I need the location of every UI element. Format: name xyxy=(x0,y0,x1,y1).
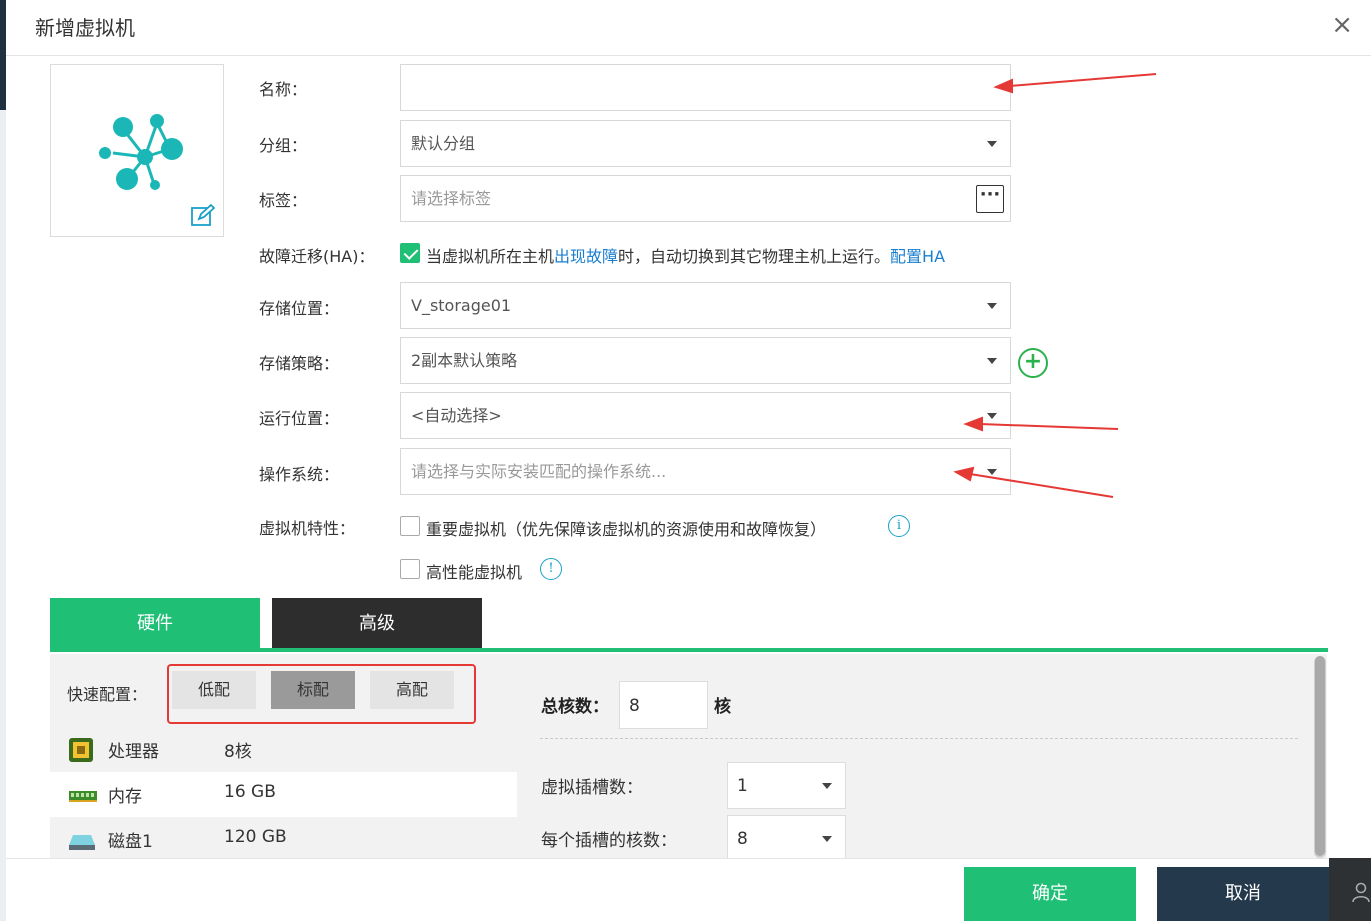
os-label: 操作系统： xyxy=(259,465,340,484)
os-placeholder: 请选择与实际安装匹配的操作系统... xyxy=(411,462,667,481)
tag-placeholder: 请选择标签 xyxy=(411,189,492,208)
tab-underline xyxy=(50,648,1328,652)
tag-input[interactable]: 请选择标签 ··· xyxy=(400,175,1011,222)
name-input[interactable] xyxy=(400,64,1011,111)
divider xyxy=(540,738,1298,739)
storage-label: 存储位置： xyxy=(259,299,340,318)
group-value: 默认分组 xyxy=(411,134,476,153)
high-performance-checkbox[interactable] xyxy=(400,559,420,579)
group-label: 分组： xyxy=(259,136,308,155)
vm-network-icon xyxy=(99,114,183,190)
more-icon[interactable]: ··· xyxy=(976,185,1004,213)
important-vm-checkbox[interactable] xyxy=(400,516,420,536)
name-label: 名称： xyxy=(259,80,308,99)
memory-icon xyxy=(69,791,97,802)
total-cores-label: 总核数： xyxy=(541,697,609,717)
total-cores-unit: 核 xyxy=(714,697,731,717)
feature-label: 虚拟机特性： xyxy=(259,519,356,538)
chevron-down-icon xyxy=(822,836,832,842)
disk-icon xyxy=(69,835,95,850)
configure-ha-link[interactable]: 配置HA xyxy=(890,247,945,266)
cores-per-socket-label: 每个插槽的核数： xyxy=(541,831,677,851)
chevron-down-icon xyxy=(987,303,997,309)
hardware-name: 处理器 xyxy=(108,742,159,762)
tab-bar: 硬件 高级 xyxy=(50,598,1328,654)
warning-icon[interactable]: ! xyxy=(540,558,562,580)
cpu-icon xyxy=(69,738,93,762)
group-select[interactable]: 默认分组 xyxy=(400,120,1011,167)
cores-per-socket-select[interactable]: 8 xyxy=(727,815,846,858)
user-icon[interactable] xyxy=(1351,882,1371,902)
hardware-value: 16 GB xyxy=(224,782,276,802)
chevron-down-icon xyxy=(987,469,997,475)
add-policy-icon[interactable]: + xyxy=(1018,348,1048,378)
storage-value: V_storage01 xyxy=(411,296,512,315)
os-select[interactable]: 请选择与实际安装匹配的操作系统... xyxy=(400,448,1011,495)
chevron-down-icon xyxy=(987,358,997,364)
cores-per-socket-value: 8 xyxy=(737,829,748,849)
ha-checkbox[interactable] xyxy=(400,243,420,263)
close-icon[interactable]: × xyxy=(1331,10,1353,40)
dialog-header: 新增虚拟机 × xyxy=(6,0,1371,56)
ha-text-2: 时，自动切换到其它物理主机上运行。 xyxy=(618,247,891,266)
vm-icon-box[interactable] xyxy=(50,64,224,237)
policy-value: 2副本默认策略 xyxy=(411,351,518,370)
tab-advanced[interactable]: 高级 xyxy=(272,598,482,650)
policy-select[interactable]: 2副本默认策略 xyxy=(400,337,1011,384)
scrollbar-thumb[interactable] xyxy=(1315,656,1325,856)
hardware-row-disk[interactable]: 磁盘1 120 GB xyxy=(50,817,517,862)
ha-text-1: 当虚拟机所在主机 xyxy=(426,247,555,266)
confirm-button[interactable]: 确定 xyxy=(964,867,1136,921)
left-edge-strip xyxy=(0,0,6,921)
hardware-row-cpu[interactable]: 处理器 8核 xyxy=(50,727,517,772)
sockets-label: 虚拟插槽数： xyxy=(541,778,643,798)
run-location-select[interactable]: <自动选择> xyxy=(400,392,1011,439)
important-vm-text: 重要虚拟机（优先保障该虚拟机的资源使用和故障恢复） xyxy=(426,520,827,539)
total-cores-input[interactable]: 8 xyxy=(619,681,708,729)
chevron-down-icon xyxy=(987,141,997,147)
hardware-value: 120 GB xyxy=(224,827,287,847)
side-strip xyxy=(1329,858,1371,921)
chevron-down-icon xyxy=(822,783,832,789)
info-icon[interactable]: i xyxy=(888,515,910,537)
tab-hardware[interactable]: 硬件 xyxy=(50,598,260,650)
policy-label: 存储策略： xyxy=(259,354,340,373)
sockets-value: 1 xyxy=(737,776,748,796)
ha-fault-link[interactable]: 出现故障 xyxy=(554,247,618,266)
ha-label: 故障迁移(HA)： xyxy=(259,247,375,266)
run-location-label: 运行位置： xyxy=(259,409,340,428)
cancel-button[interactable]: 取消 xyxy=(1157,867,1329,921)
hardware-name: 内存 xyxy=(108,787,142,807)
hardware-value: 8核 xyxy=(224,742,252,762)
ha-description: 当虚拟机所在主机出现故障时，自动切换到其它物理主机上运行。配置HA xyxy=(426,243,945,267)
tag-label: 标签： xyxy=(259,191,308,210)
storage-select[interactable]: V_storage01 xyxy=(400,282,1011,329)
run-location-value: <自动选择> xyxy=(411,406,502,425)
chevron-down-icon xyxy=(987,413,997,419)
hardware-name: 磁盘1 xyxy=(108,832,153,852)
quick-config-label: 快速配置： xyxy=(67,685,148,704)
high-performance-text: 高性能虚拟机 xyxy=(426,563,523,582)
edit-icon[interactable] xyxy=(191,204,215,226)
dialog-title: 新增虚拟机 xyxy=(35,16,135,40)
sockets-select[interactable]: 1 xyxy=(727,762,846,809)
hardware-row-memory[interactable]: 内存 16 GB xyxy=(50,772,517,817)
annotation-highlight-box xyxy=(167,664,476,724)
